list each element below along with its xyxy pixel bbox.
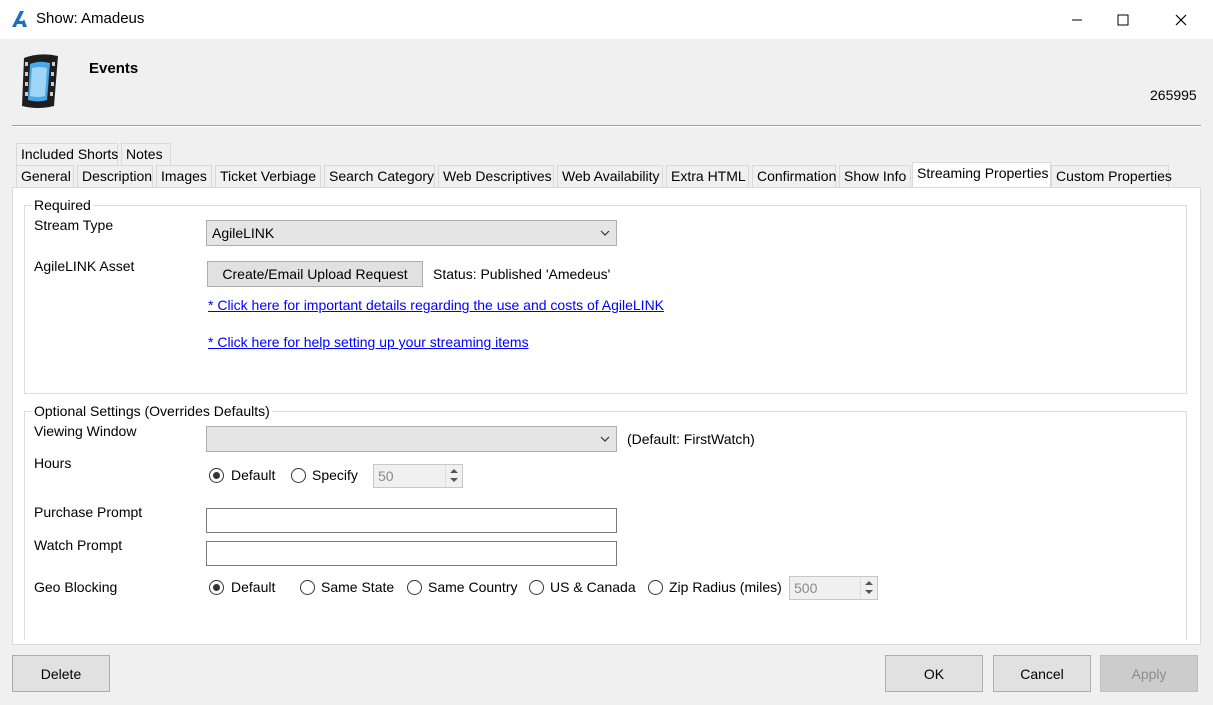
tab-ticket-verbiage[interactable]: Ticket Verbiage: [215, 165, 321, 187]
tab-confirmation[interactable]: Confirmation: [752, 165, 836, 187]
hours-default-radio[interactable]: [209, 468, 224, 483]
minimize-button[interactable]: [1054, 0, 1100, 39]
hours-spinner-buttons[interactable]: [445, 465, 462, 487]
chevron-down-icon: [600, 230, 610, 236]
record-id: 265995: [1150, 87, 1197, 103]
geo-default-radio[interactable]: [209, 580, 224, 595]
watch-prompt-input[interactable]: [206, 541, 617, 566]
minimize-icon: [1072, 19, 1082, 20]
geo-same-state-label: Same State: [321, 579, 395, 595]
hours-spinner-value: 50: [378, 468, 394, 484]
hours-spinner[interactable]: 50: [373, 464, 463, 488]
chevron-down-icon: [600, 436, 610, 442]
geo-same-country-label: Same Country: [428, 579, 518, 595]
film-strip-icon: [22, 54, 58, 108]
tab-description[interactable]: Description: [77, 165, 153, 187]
close-button[interactable]: [1158, 0, 1204, 39]
zip-radius-spinner-buttons[interactable]: [860, 577, 877, 599]
purchase-prompt-input[interactable]: [206, 508, 617, 533]
tab-custom-properties[interactable]: Custom Properties: [1051, 165, 1172, 187]
spin-up-icon[interactable]: [450, 469, 458, 473]
zip-radius-spinner[interactable]: 500: [789, 576, 878, 600]
maximize-icon: [1117, 14, 1129, 25]
tab-show-info[interactable]: Show Info: [839, 165, 911, 187]
hours-specify-label: Specify: [312, 467, 358, 483]
stream-type-label: Stream Type: [34, 217, 114, 233]
geo-us-canada-radio[interactable]: [529, 580, 544, 595]
geo-same-country-radio[interactable]: [407, 580, 422, 595]
tab-notes[interactable]: Notes: [121, 143, 171, 165]
spin-up-icon[interactable]: [865, 581, 873, 585]
geo-blocking-label: Geo Blocking: [34, 579, 118, 595]
geo-us-canada-label: US & Canada: [550, 579, 636, 595]
hours-label: Hours: [34, 455, 72, 471]
hours-specify-radio[interactable]: [291, 468, 306, 483]
stream-type-value: AgileLINK: [212, 225, 275, 241]
window-title: Show: Amadeus: [36, 10, 145, 27]
required-legend: Required: [32, 197, 93, 213]
header-title: Events: [89, 60, 139, 77]
tab-search-category[interactable]: Search Category: [324, 165, 435, 187]
geo-same-state-radio[interactable]: [300, 580, 315, 595]
geo-default-label: Default: [231, 579, 276, 595]
status-text: Status: Published 'Amedeus': [433, 266, 611, 282]
viewing-window-default: (Default: FirstWatch): [627, 431, 755, 447]
apply-button[interactable]: Apply: [1100, 655, 1198, 692]
watch-prompt-label: Watch Prompt: [34, 537, 123, 553]
tab-included-shorts[interactable]: Included Shorts: [16, 143, 118, 165]
zip-radius-value: 500: [794, 580, 818, 596]
viewing-window-label: Viewing Window: [34, 423, 137, 439]
title-bar[interactable]: [0, 0, 1213, 39]
agilelink-asset-label: AgileLINK Asset: [34, 258, 135, 274]
agile-logo-icon: [12, 11, 27, 27]
close-icon: [1175, 14, 1187, 25]
purchase-prompt-label: Purchase Prompt: [34, 504, 143, 520]
spin-down-icon[interactable]: [865, 590, 873, 594]
geo-zip-radius-label: Zip Radius (miles): [669, 579, 782, 595]
details-link[interactable]: * Click here for important details regar…: [208, 297, 664, 313]
tab-streaming-properties[interactable]: Streaming Properties: [912, 162, 1051, 187]
help-link[interactable]: * Click here for help setting up your st…: [208, 334, 529, 350]
delete-button[interactable]: Delete: [12, 655, 110, 692]
geo-zip-radius-radio[interactable]: [648, 580, 663, 595]
header-separator: [12, 125, 1201, 127]
optional-legend: Optional Settings (Overrides Defaults): [32, 403, 272, 419]
stream-type-select[interactable]: AgileLINK: [206, 220, 617, 246]
upload-request-button[interactable]: Create/Email Upload Request: [207, 261, 423, 287]
tab-extra-html[interactable]: Extra HTML: [666, 165, 749, 187]
cancel-button[interactable]: Cancel: [993, 655, 1091, 692]
spin-down-icon[interactable]: [450, 478, 458, 482]
tab-general[interactable]: General: [16, 165, 74, 187]
tab-images[interactable]: Images: [156, 165, 212, 187]
tab-web-availability[interactable]: Web Availability: [557, 165, 663, 187]
tab-web-descriptives[interactable]: Web Descriptives: [438, 165, 554, 187]
hours-default-label: Default: [231, 467, 276, 483]
viewing-window-select[interactable]: [206, 426, 617, 452]
maximize-button[interactable]: [1100, 0, 1146, 39]
ok-button[interactable]: OK: [885, 655, 983, 692]
